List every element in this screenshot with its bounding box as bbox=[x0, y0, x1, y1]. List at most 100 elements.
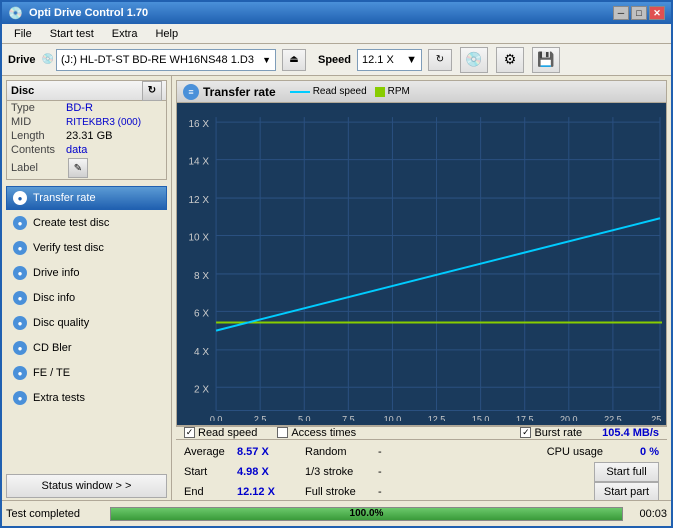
mid-value: RITEKBR3 (000) bbox=[66, 117, 141, 128]
stats-area: Average 8.57 X Random - CPU usage 0 % St… bbox=[176, 439, 667, 500]
menu-extra[interactable]: Extra bbox=[104, 26, 146, 42]
menu-help[interactable]: Help bbox=[147, 26, 186, 42]
contents-value: data bbox=[66, 144, 87, 156]
nav-transfer-rate[interactable]: ● Transfer rate bbox=[6, 186, 167, 210]
status-window-button[interactable]: Status window > > bbox=[6, 474, 167, 498]
svg-text:4 X: 4 X bbox=[194, 347, 209, 358]
nav-disc-info[interactable]: ● Disc info bbox=[6, 286, 167, 310]
average-label: Average bbox=[184, 446, 229, 458]
access-times-checkbox[interactable]: Access times bbox=[277, 427, 356, 439]
burst-rate-value: 105.4 MB/s bbox=[602, 427, 659, 439]
menu-bar: File Start test Extra Help bbox=[2, 24, 671, 44]
nav-icon-disc-info: ● bbox=[13, 291, 27, 305]
cpu-usage-value: 0 % bbox=[619, 446, 659, 458]
start-full-button[interactable]: Start full bbox=[594, 462, 659, 482]
svg-text:12.5: 12.5 bbox=[428, 415, 446, 421]
nav-icon-fe-te: ● bbox=[13, 366, 27, 380]
nav-label-fe-te: FE / TE bbox=[33, 367, 70, 379]
status-time: 00:03 bbox=[627, 508, 667, 520]
status-window-label: Status window > > bbox=[42, 480, 132, 492]
app-title: Opti Drive Control 1.70 bbox=[29, 7, 148, 19]
nav-label-drive-info: Drive info bbox=[33, 267, 79, 279]
svg-text:10.0: 10.0 bbox=[384, 415, 402, 421]
end-value: 12.12 X bbox=[237, 486, 277, 498]
label-label: Label bbox=[11, 162, 66, 174]
svg-text:14 X: 14 X bbox=[188, 157, 209, 168]
cpu-usage-label: CPU usage bbox=[547, 446, 611, 458]
nav-icon-disc-quality: ● bbox=[13, 316, 27, 330]
chart-title: Transfer rate bbox=[203, 85, 276, 99]
chart-body: 16 X 14 X 12 X 10 X 8 X 6 X 4 X 2 X bbox=[177, 103, 666, 425]
stroke-label: 1/3 stroke bbox=[305, 466, 370, 478]
nav-fe-te[interactable]: ● FE / TE bbox=[6, 361, 167, 385]
progress-bar-container: 100.0% bbox=[110, 507, 623, 521]
svg-text:16 X: 16 X bbox=[188, 119, 209, 130]
full-stroke-label: Full stroke bbox=[305, 486, 370, 498]
random-value: - bbox=[378, 446, 408, 458]
settings-button[interactable]: ⚙ bbox=[496, 47, 524, 73]
svg-text:2 X: 2 X bbox=[194, 384, 209, 395]
length-value: 23.31 GB bbox=[66, 130, 112, 142]
refresh-icon: ↻ bbox=[436, 54, 444, 65]
contents-label: Contents bbox=[11, 144, 66, 156]
svg-text:25.0: 25.0 bbox=[651, 415, 662, 421]
svg-text:17.5: 17.5 bbox=[516, 415, 534, 421]
minimize-button[interactable]: ─ bbox=[613, 6, 629, 20]
svg-text:10 X: 10 X bbox=[188, 233, 209, 244]
drive-bar: Drive 💿 (J:) HL-DT-ST BD-RE WH16NS48 1.D… bbox=[2, 44, 671, 76]
read-speed-checkbox[interactable]: ✓ Read speed bbox=[184, 427, 257, 439]
nav-icon-drive-info: ● bbox=[13, 266, 27, 280]
status-bar: Test completed 100.0% 00:03 bbox=[2, 500, 671, 526]
nav-label-disc-info: Disc info bbox=[33, 292, 75, 304]
svg-text:5.0: 5.0 bbox=[298, 415, 311, 421]
checkboxes-row: ✓ Read speed Access times ✓ Burst rate 1… bbox=[176, 426, 667, 439]
chart-icon: ≡ bbox=[183, 84, 199, 100]
speed-select[interactable]: 12.1 X ▼ bbox=[357, 49, 422, 71]
legend-read-color bbox=[290, 91, 310, 93]
drive-label: Drive bbox=[8, 54, 36, 66]
nav-create-test-disc[interactable]: ● Create test disc bbox=[6, 211, 167, 235]
refresh-button[interactable]: ↻ bbox=[428, 49, 452, 71]
nav-icon-transfer-rate: ● bbox=[13, 191, 27, 205]
disc-refresh-button[interactable]: ↻ bbox=[142, 81, 162, 101]
save-icon: 💾 bbox=[537, 51, 554, 68]
nav-label-create-test: Create test disc bbox=[33, 217, 109, 229]
start-part-button[interactable]: Start part bbox=[594, 482, 659, 500]
type-value: BD-R bbox=[66, 102, 93, 114]
start-value: 4.98 X bbox=[237, 466, 277, 478]
maximize-button[interactable]: □ bbox=[631, 6, 647, 20]
eject-button[interactable]: ⏏ bbox=[282, 49, 306, 71]
menu-file[interactable]: File bbox=[6, 26, 40, 42]
chart-header: ≡ Transfer rate Read speed RPM bbox=[177, 81, 666, 103]
nav-cd-bler[interactable]: ● CD Bler bbox=[6, 336, 167, 360]
full-stroke-value: - bbox=[378, 486, 408, 498]
nav-label-transfer-rate: Transfer rate bbox=[33, 192, 96, 204]
legend-rpm: RPM bbox=[375, 86, 410, 97]
disc-panel-title: Disc bbox=[11, 85, 34, 97]
progress-text: 100.0% bbox=[111, 508, 622, 520]
legend-rpm-color bbox=[375, 87, 385, 97]
nav-drive-info[interactable]: ● Drive info bbox=[6, 261, 167, 285]
title-bar: 💿 Opti Drive Control 1.70 ─ □ ✕ bbox=[2, 2, 671, 24]
burst-rate-checkbox[interactable]: ✓ Burst rate bbox=[520, 427, 582, 439]
nav-label-disc-quality: Disc quality bbox=[33, 317, 89, 329]
chart-svg: 16 X 14 X 12 X 10 X 8 X 6 X 4 X 2 X bbox=[181, 107, 662, 421]
save-button[interactable]: 💾 bbox=[532, 47, 560, 73]
menu-start-test[interactable]: Start test bbox=[42, 26, 102, 42]
start-label: Start bbox=[184, 466, 229, 478]
label-edit-button[interactable]: ✎ bbox=[68, 158, 88, 178]
svg-text:6 X: 6 X bbox=[194, 308, 209, 319]
nav-disc-quality[interactable]: ● Disc quality bbox=[6, 311, 167, 335]
close-button[interactable]: ✕ bbox=[649, 6, 665, 20]
type-label: Type bbox=[11, 102, 66, 114]
nav-label-cd-bler: CD Bler bbox=[33, 342, 72, 354]
nav-label-verify-test: Verify test disc bbox=[33, 242, 104, 254]
status-text: Test completed bbox=[6, 508, 106, 520]
nav-extra-tests[interactable]: ● Extra tests bbox=[6, 386, 167, 410]
disc-button[interactable]: 💿 bbox=[460, 47, 488, 73]
random-label: Random bbox=[305, 446, 370, 458]
nav-icon-create-test: ● bbox=[13, 216, 27, 230]
nav-verify-test-disc[interactable]: ● Verify test disc bbox=[6, 236, 167, 260]
drive-select[interactable]: (J:) HL-DT-ST BD-RE WH16NS48 1.D3 ▼ bbox=[56, 49, 276, 71]
nav-icon-cd-bler: ● bbox=[13, 341, 27, 355]
